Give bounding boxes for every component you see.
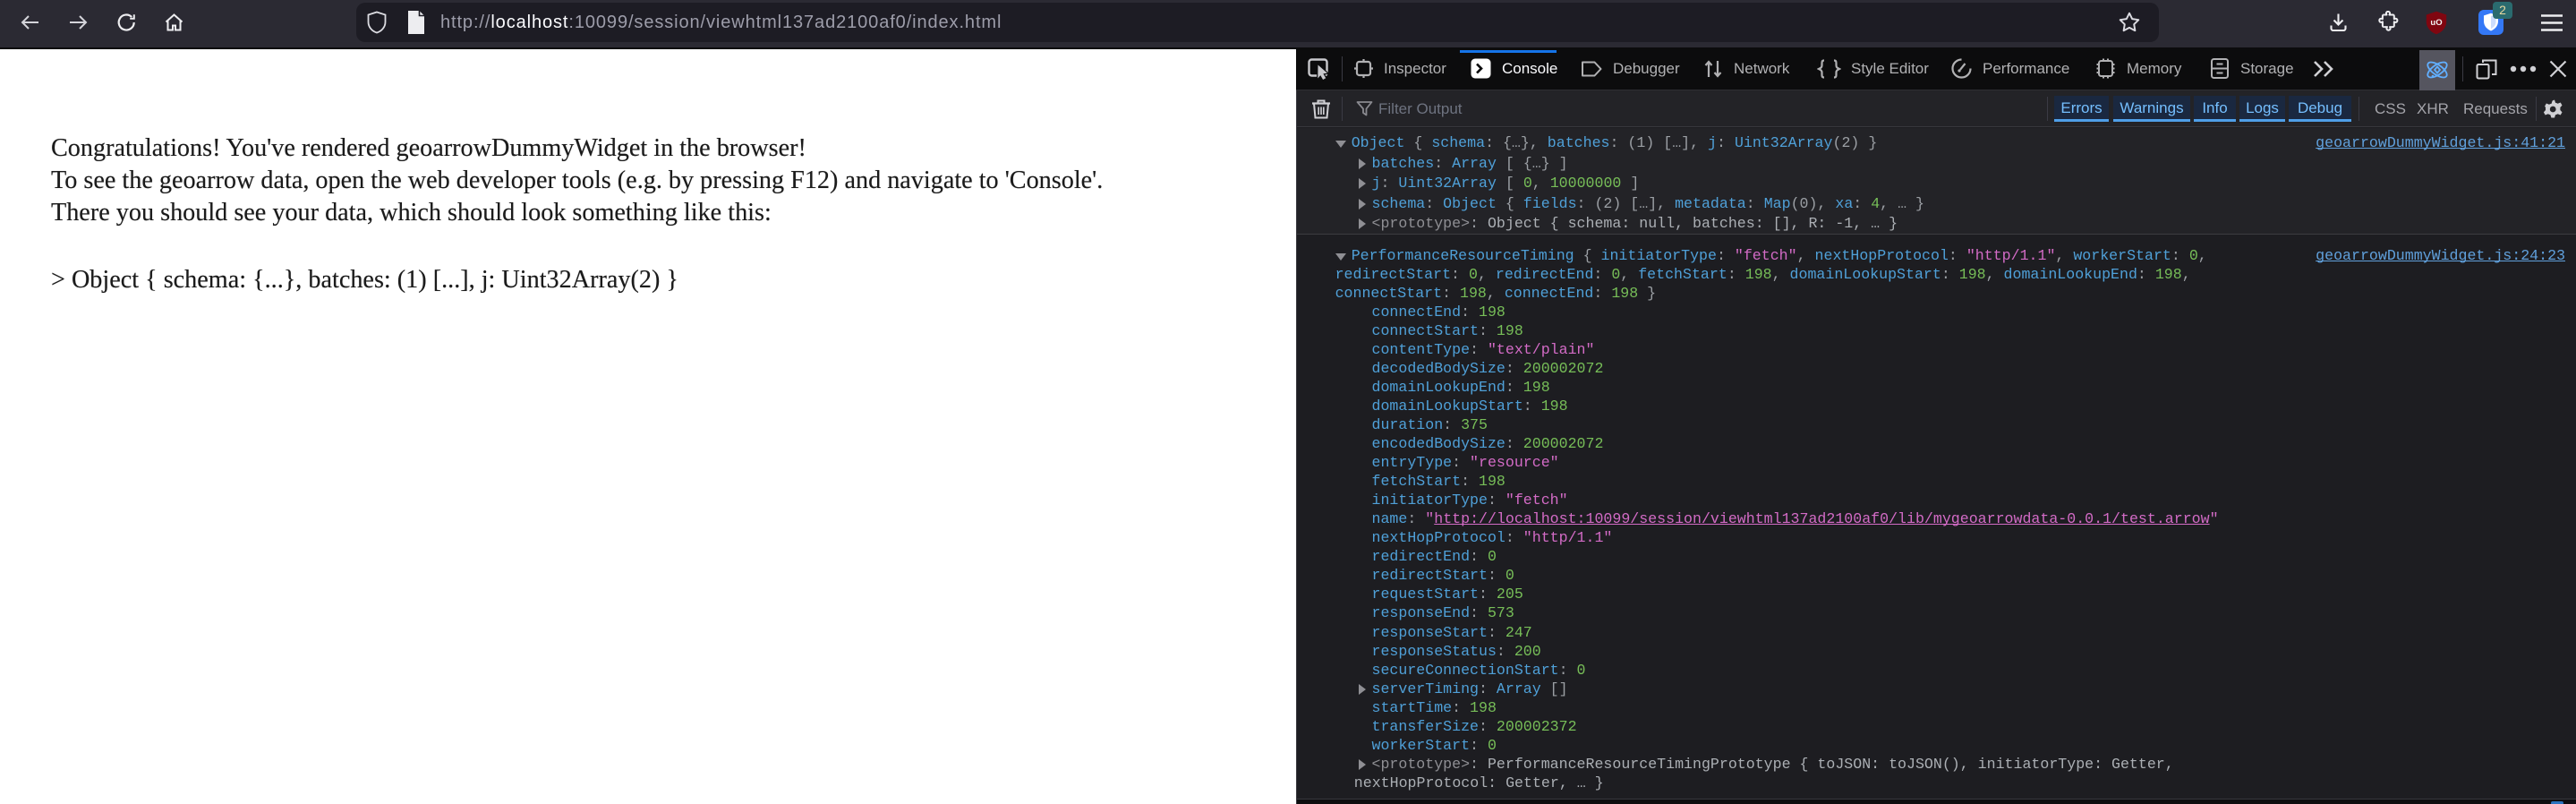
svg-text:uO: uO [2430,18,2442,28]
